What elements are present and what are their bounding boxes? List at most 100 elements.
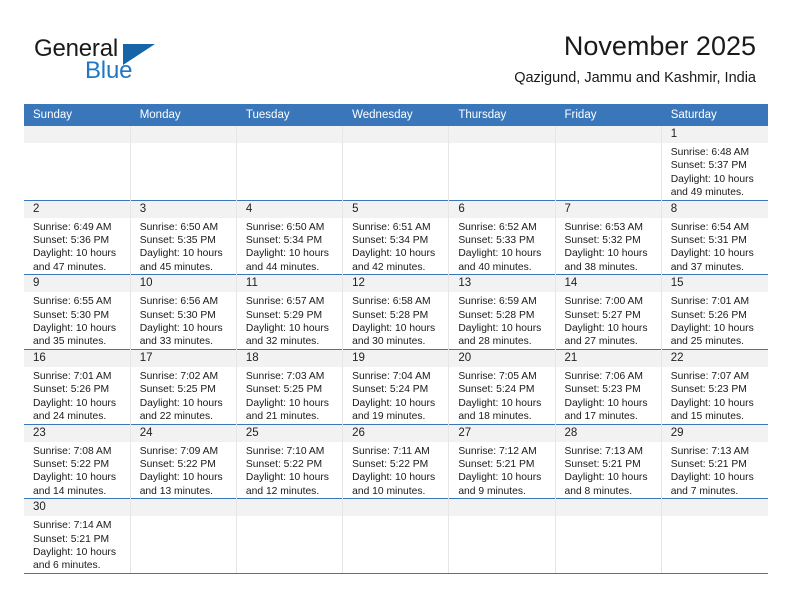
day-number: 7 (555, 200, 661, 218)
calendar-day-cell[interactable]: 2 Sunrise: 6:49 AM Sunset: 5:36 PM Daylight… (24, 199, 131, 275)
calendar-day-cell[interactable]: 16 Sunrise: 7:01 AM Sunset: 5:26 PM Dayligh… (24, 348, 131, 424)
sunset-text: Sunset: 5:29 PM (245, 309, 323, 321)
daylight-text: Daylight: 10 hours and 18 minutes. (458, 397, 542, 423)
day-number (236, 499, 343, 517)
day-details: Sunrise: 7:08 AM Sunset: 5:22 PM Daylight:… (24, 442, 130, 499)
sunset-text: Sunset: 5:28 PM (352, 309, 429, 321)
calendar-day-cell[interactable]: 18 Sunrise: 7:03 AM Sunset: 5:25 PM Dayligh… (236, 348, 344, 424)
calendar-day-cell[interactable]: 26 Sunrise: 7:11 AM Sunset: 5:22 PM Dayligh… (342, 423, 450, 499)
day-details: Sunrise: 7:01 AM Sunset: 5:26 PM Daylight:… (24, 367, 130, 424)
daylight-text: Daylight: 10 hours and 24 minutes. (33, 397, 116, 423)
sunrise-text: Sunrise: 6:54 AM (670, 221, 750, 233)
weekday-header-sunday: Sunday (24, 104, 131, 126)
day-number (236, 126, 343, 143)
day-details: Sunrise: 7:07 AM Sunset: 5:23 PM Daylight:… (662, 367, 768, 424)
sunset-text: Sunset: 5:24 PM (352, 384, 429, 396)
sunset-text: Sunset: 5:23 PM (564, 384, 641, 396)
calendar-day-cell[interactable]: 9 Sunrise: 6:55 AM Sunset: 5:30 PM Daylight… (24, 274, 131, 350)
calendar-day-cell[interactable]: 10 Sunrise: 6:56 AM Sunset: 5:30 PM Dayligh… (130, 274, 237, 350)
sunset-text: Sunset: 5:31 PM (670, 235, 747, 247)
daylight-text: Daylight: 10 hours and 47 minutes. (33, 248, 116, 273)
daylight-text: Daylight: 10 hours and 33 minutes. (139, 323, 223, 348)
day-details: Sunrise: 6:53 AM Sunset: 5:32 PM Daylight:… (556, 218, 661, 275)
day-details: Sunrise: 7:05 AM Sunset: 5:24 PM Daylight:… (449, 367, 554, 424)
day-number (130, 126, 236, 143)
day-number: 5 (343, 200, 449, 218)
calendar-day-cell[interactable]: 4 Sunrise: 6:50 AM Sunset: 5:34 PM Daylight… (236, 199, 344, 275)
day-details: Sunrise: 6:54 AM Sunset: 5:31 PM Daylight:… (662, 218, 768, 275)
calendar-day-cell[interactable]: 13 Sunrise: 6:59 AM Sunset: 5:28 PM Dayligh… (448, 274, 556, 350)
calendar-cell-empty (236, 498, 344, 574)
day-details: Sunrise: 7:10 AM Sunset: 5:22 PM Daylight:… (237, 442, 342, 499)
day-details: Sunrise: 7:06 AM Sunset: 5:23 PM Daylight:… (556, 367, 661, 424)
calendar-day-cell[interactable]: 29 Sunrise: 7:13 AM Sunset: 5:21 PM Dayligh… (661, 423, 768, 499)
calendar-day-cell[interactable]: 21 Sunrise: 7:06 AM Sunset: 5:23 PM Dayligh… (555, 348, 662, 424)
sunset-text: Sunset: 5:24 PM (458, 384, 535, 396)
sunset-text: Sunset: 5:26 PM (670, 309, 747, 321)
sunrise-text: Sunrise: 7:08 AM (33, 445, 112, 457)
day-number: 14 (555, 275, 661, 293)
calendar-body: 1 Sunrise: 6:48 AM Sunset: 5:37 PM Daylight… (24, 126, 768, 574)
day-number: 12 (343, 275, 449, 293)
sunset-text: Sunset: 5:32 PM (564, 235, 641, 247)
calendar-cell-empty (130, 126, 237, 201)
sunrise-text: Sunrise: 7:04 AM (352, 370, 431, 382)
daylight-text: Daylight: 10 hours and 30 minutes. (352, 323, 436, 348)
calendar-page: General Blue November 2025 Qazigund, Jam… (0, 0, 792, 612)
sunrise-text: Sunrise: 7:01 AM (33, 370, 112, 382)
calendar-week-row: 23 Sunrise: 7:08 AM Sunset: 5:22 PM Dayligh… (24, 423, 768, 499)
sunset-text: Sunset: 5:26 PM (33, 384, 110, 396)
calendar-cell-empty (236, 126, 344, 201)
day-details: Sunrise: 7:00 AM Sunset: 5:27 PM Daylight:… (556, 292, 661, 349)
calendar-day-cell[interactable]: 19 Sunrise: 7:04 AM Sunset: 5:24 PM Dayligh… (342, 348, 450, 424)
calendar-day-cell[interactable]: 11 Sunrise: 6:57 AM Sunset: 5:29 PM Dayligh… (236, 274, 344, 350)
calendar-day-cell[interactable]: 14 Sunrise: 7:00 AM Sunset: 5:27 PM Dayligh… (555, 274, 662, 350)
logo-text-blue: Blue (85, 57, 133, 84)
calendar-day-cell[interactable]: 6 Sunrise: 6:52 AM Sunset: 5:33 PM Daylight… (448, 199, 556, 275)
calendar-day-cell[interactable]: 17 Sunrise: 7:02 AM Sunset: 5:25 PM Dayligh… (130, 348, 237, 424)
weekday-header-monday: Monday (130, 104, 237, 126)
calendar-day-cell[interactable]: 3 Sunrise: 6:50 AM Sunset: 5:35 PM Daylight… (130, 199, 237, 275)
calendar-day-cell[interactable]: 27 Sunrise: 7:12 AM Sunset: 5:21 PM Dayligh… (448, 423, 556, 499)
calendar-day-cell[interactable]: 23 Sunrise: 7:08 AM Sunset: 5:22 PM Dayligh… (24, 423, 131, 499)
calendar-day-cell[interactable]: 20 Sunrise: 7:05 AM Sunset: 5:24 PM Dayligh… (448, 348, 556, 424)
daylight-text: Daylight: 10 hours and 37 minutes. (670, 248, 754, 273)
page-title: November 2025 (563, 31, 756, 61)
daylight-text: Daylight: 10 hours and 21 minutes. (245, 397, 329, 423)
calendar-day-cell[interactable]: 8 Sunrise: 6:54 AM Sunset: 5:31 PM Daylight… (661, 199, 768, 275)
day-details: Sunrise: 6:50 AM Sunset: 5:35 PM Daylight:… (131, 218, 236, 275)
sunset-text: Sunset: 5:34 PM (352, 235, 429, 247)
calendar-cell-empty (342, 126, 450, 201)
sunset-text: Sunset: 5:22 PM (245, 458, 323, 470)
daylight-text: Daylight: 10 hours and 10 minutes. (352, 472, 436, 497)
day-details: Sunrise: 7:12 AM Sunset: 5:21 PM Daylight:… (449, 442, 554, 499)
sunrise-text: Sunrise: 7:06 AM (564, 370, 643, 382)
sunrise-text: Sunrise: 6:56 AM (139, 296, 219, 308)
calendar-week-row: 30 Sunrise: 7:14 AM Sunset: 5:21 PM Dayligh… (24, 498, 768, 574)
sunset-text: Sunset: 5:21 PM (458, 458, 535, 470)
calendar-day-cell[interactable]: 30 Sunrise: 7:14 AM Sunset: 5:21 PM Dayligh… (24, 498, 131, 574)
sunrise-text: Sunrise: 7:13 AM (670, 445, 750, 457)
calendar-day-cell[interactable]: 15 Sunrise: 7:01 AM Sunset: 5:26 PM Dayligh… (661, 274, 768, 350)
calendar-day-cell[interactable]: 25 Sunrise: 7:10 AM Sunset: 5:22 PM Dayligh… (236, 423, 344, 499)
calendar-day-cell[interactable]: 22 Sunrise: 7:07 AM Sunset: 5:23 PM Dayligh… (661, 348, 768, 424)
day-details: Sunrise: 7:01 AM Sunset: 5:26 PM Daylight:… (662, 292, 768, 349)
daylight-text: Daylight: 10 hours and 25 minutes. (670, 323, 754, 348)
calendar-day-cell[interactable]: 28 Sunrise: 7:13 AM Sunset: 5:21 PM Dayligh… (555, 423, 662, 499)
calendar-day-cell[interactable]: 24 Sunrise: 7:09 AM Sunset: 5:22 PM Dayligh… (130, 423, 237, 499)
calendar-day-cell[interactable]: 1 Sunrise: 6:48 AM Sunset: 5:37 PM Daylight… (661, 126, 768, 201)
page-subtitle: Qazigund, Jammu and Kashmir, India (514, 70, 756, 86)
calendar-cell-empty (661, 498, 768, 574)
calendar-day-cell[interactable]: 12 Sunrise: 6:58 AM Sunset: 5:28 PM Dayligh… (342, 274, 450, 350)
day-number: 4 (236, 200, 343, 218)
generalblue-logo[interactable]: General Blue (34, 36, 204, 90)
calendar-cell-empty (555, 126, 662, 201)
calendar-day-cell[interactable]: 5 Sunrise: 6:51 AM Sunset: 5:34 PM Daylight… (342, 199, 450, 275)
day-details: Sunrise: 7:13 AM Sunset: 5:21 PM Daylight:… (662, 442, 768, 499)
daylight-text: Daylight: 10 hours and 44 minutes. (245, 248, 329, 273)
sunset-text: Sunset: 5:34 PM (245, 235, 323, 247)
calendar-day-cell[interactable]: 7 Sunrise: 6:53 AM Sunset: 5:32 PM Daylight… (555, 199, 662, 275)
sunset-text: Sunset: 5:22 PM (33, 458, 110, 470)
day-number: 26 (343, 424, 449, 442)
day-details: Sunrise: 7:13 AM Sunset: 5:21 PM Daylight:… (556, 442, 661, 499)
